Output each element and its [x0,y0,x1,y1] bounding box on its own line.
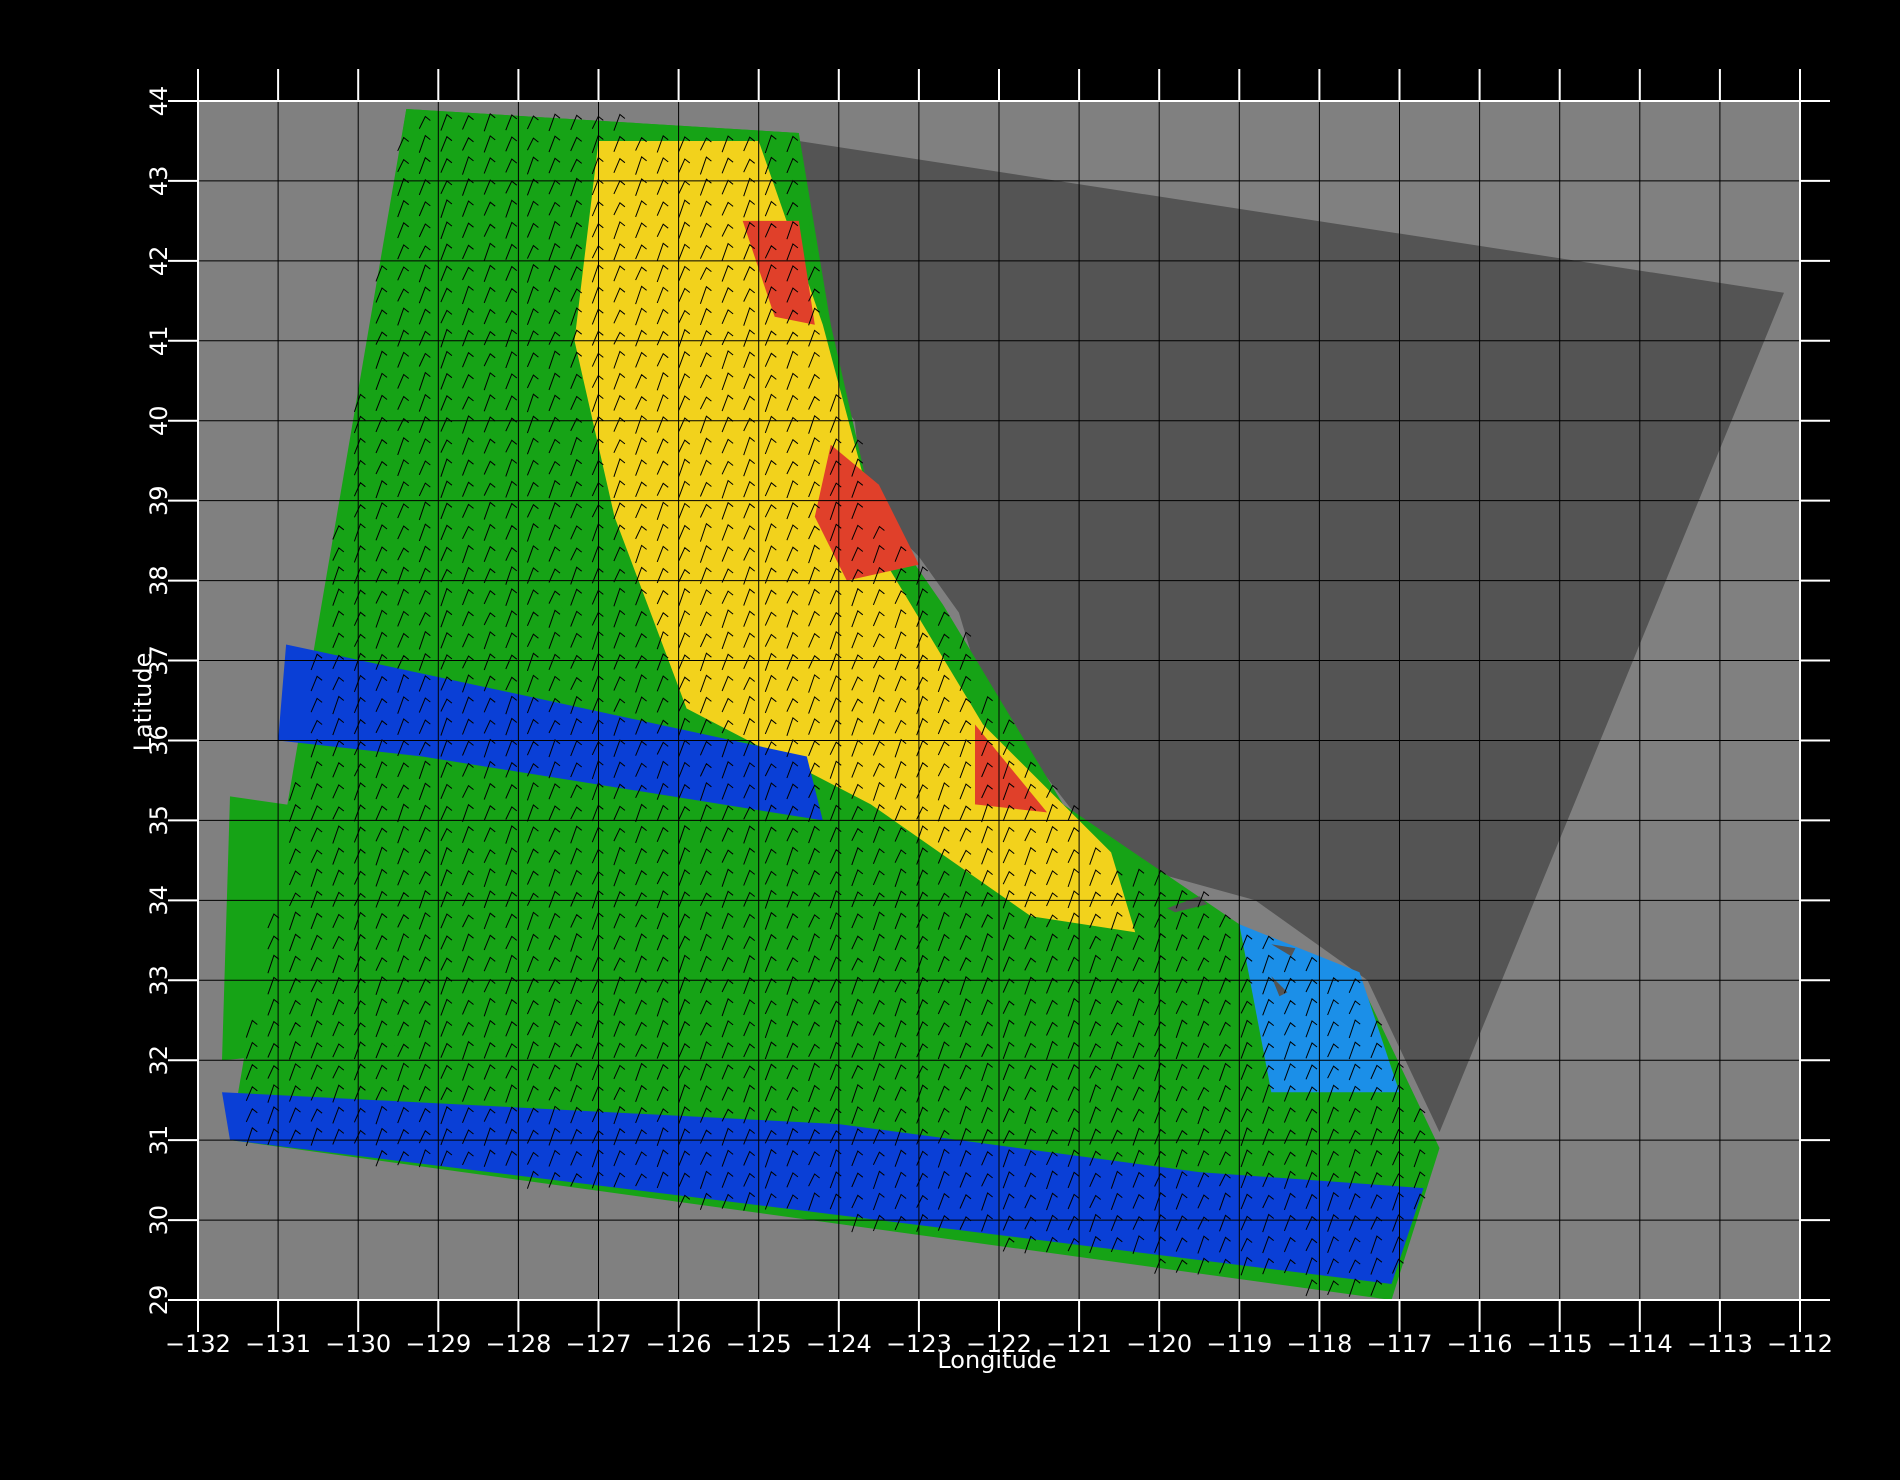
x-tick-label: −119 [1206,1330,1272,1358]
x-tick-label: −124 [806,1330,872,1358]
x-tick-label: −130 [325,1330,391,1358]
y-tick-label: 44 [145,86,173,117]
x-tick-label: −116 [1447,1330,1513,1358]
x-tick-label: −132 [165,1330,231,1358]
y-tick-label: 38 [145,565,173,596]
y-tick-label: 34 [145,885,173,916]
x-tick-label: −120 [1126,1330,1192,1358]
x-tick-label: −112 [1767,1330,1833,1358]
y-tick-label: 42 [145,246,173,277]
y-axis-title: Latitude [129,653,157,752]
gridlines [198,101,1800,1300]
y-tick-label: 32 [145,1045,173,1076]
y-tick-label: 35 [145,805,173,836]
x-tick-label: −114 [1607,1330,1673,1358]
y-tick-label: 30 [145,1205,173,1236]
x-tick-label: −129 [405,1330,471,1358]
x-tick-label: −128 [485,1330,551,1358]
map-figure: −132 −131 −130 −129 −128 −127 −126 −125 −124 −123… [0,0,1900,1480]
y-tick-label: 41 [145,326,173,357]
x-tick-label: −131 [245,1330,311,1358]
x-tick-label: −118 [1286,1330,1352,1358]
y-tick-label: 33 [145,965,173,996]
y-tick-label: 39 [145,485,173,516]
x-tick-label: −113 [1687,1330,1753,1358]
y-tick-label: 43 [145,166,173,197]
x-tick-label: −115 [1527,1330,1593,1358]
x-tick-label: −117 [1367,1330,1433,1358]
x-tick-label: −127 [566,1330,632,1358]
x-axis-title: Longitude [937,1346,1056,1374]
y-tick-label: 31 [145,1125,173,1156]
y-tick-label: 40 [145,405,173,436]
x-tick-label: −126 [646,1330,712,1358]
x-tick-label: −125 [726,1330,792,1358]
y-tick-label: 29 [145,1285,173,1316]
